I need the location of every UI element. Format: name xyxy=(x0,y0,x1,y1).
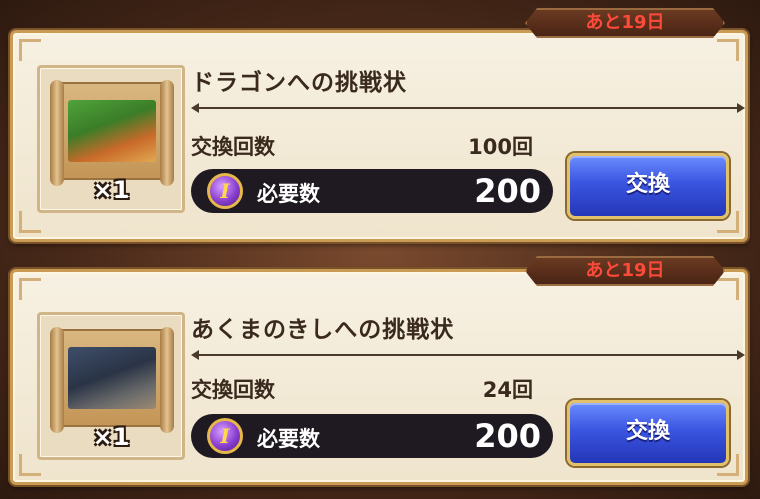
card-corner-ornament xyxy=(717,39,739,61)
card-corner-ornament xyxy=(19,39,41,61)
exchange-count-label: 交換回数 xyxy=(191,135,275,159)
exchange-count-label: 交換回数 xyxy=(191,378,275,402)
card-corner-ornament xyxy=(717,278,739,300)
exchange-button[interactable]: 交換 xyxy=(567,400,729,466)
card-corner-ornament xyxy=(19,211,41,233)
title-divider xyxy=(191,103,745,113)
item-quantity: ×1 xyxy=(92,176,130,204)
item-thumbnail[interactable]: ×1 xyxy=(37,312,185,460)
demon-knight-scroll-icon xyxy=(50,327,174,433)
card-corner-ornament xyxy=(19,278,41,300)
required-amount-bar: I 必要数 200 xyxy=(191,169,553,213)
item-thumbnail[interactable]: ×1 xyxy=(37,65,185,213)
exchange-count-value: 100回 xyxy=(468,135,533,159)
item-title: ドラゴンへの挑戦状 xyxy=(191,70,407,96)
required-amount-bar: I 必要数 200 xyxy=(191,414,553,458)
exchange-item-card-dragon: ×1 ドラゴンへの挑戦状 交換回数 100回 I 必要数 200 交換 xyxy=(10,30,748,242)
dragon-scroll-icon xyxy=(50,80,174,186)
required-amount-label: 必要数 xyxy=(257,427,320,451)
required-amount-value: 200 xyxy=(474,172,541,210)
required-amount-label: 必要数 xyxy=(257,182,320,206)
exchange-item-card-demon-knight: ×1 あくまのきしへの挑戦状 交換回数 24回 I 必要数 200 交換 xyxy=(10,269,748,485)
title-divider xyxy=(191,350,745,360)
deadline-badge: あと19日 xyxy=(525,8,725,38)
deadline-badge: あと19日 xyxy=(525,256,725,286)
item-quantity: ×1 xyxy=(92,423,130,451)
exchange-count-value: 24回 xyxy=(482,378,533,402)
medal-coin-icon: I xyxy=(207,418,243,454)
exchange-button[interactable]: 交換 xyxy=(567,153,729,219)
item-title: あくまのきしへの挑戦状 xyxy=(191,317,455,343)
required-amount-value: 200 xyxy=(474,417,541,455)
medal-coin-icon: I xyxy=(207,173,243,209)
